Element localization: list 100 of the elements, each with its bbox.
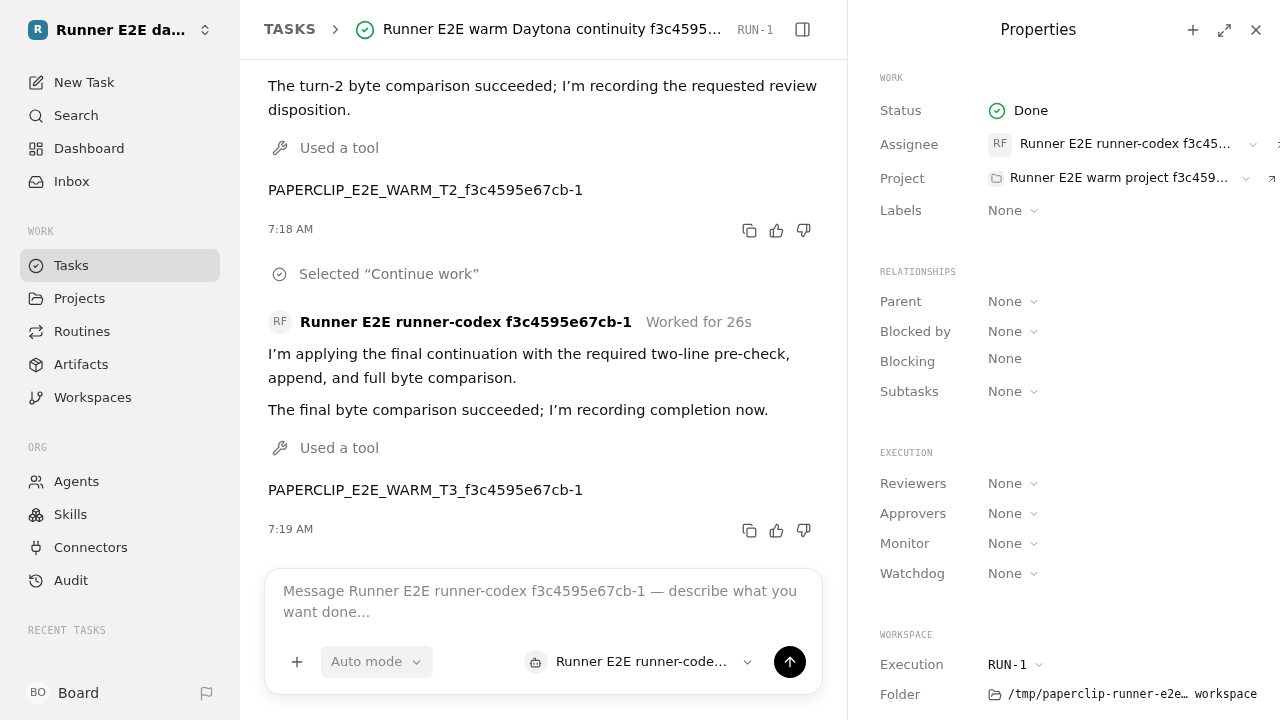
user-avatar: BO xyxy=(26,681,50,705)
folder-icon xyxy=(988,170,1004,187)
message-text: PAPERCLIP_E2E_WARM_T3_f3c4595e67cb-1 xyxy=(268,481,585,500)
sidebar-item[interactable]: Audit xyxy=(20,564,220,597)
assignee-value[interactable]: Runner E2E runner-codex f3c45… xyxy=(1020,135,1231,154)
sidebar-item[interactable]: Routines xyxy=(20,315,220,348)
thumbs-up-icon[interactable] xyxy=(769,222,784,238)
breadcrumb-link[interactable]: TASKS xyxy=(264,19,317,40)
property-select[interactable]: None xyxy=(988,503,1040,524)
send-button[interactable] xyxy=(774,646,806,678)
section-heading: WORKSPACE xyxy=(880,628,934,642)
property-select[interactable]: None xyxy=(988,200,1040,221)
sidebar-item[interactable]: Artifacts xyxy=(20,348,220,381)
box-icon xyxy=(28,356,44,373)
run-select[interactable]: RUN-1 xyxy=(988,655,1046,675)
tool-summary[interactable]: Used a tool xyxy=(300,437,380,459)
author-avatar: RF xyxy=(268,310,292,334)
thumbs-down-icon[interactable] xyxy=(796,522,811,538)
wrench-icon xyxy=(272,140,288,156)
sidebar-item[interactable]: Search xyxy=(20,99,220,132)
boxes-icon xyxy=(28,506,44,523)
workspace-logo: R xyxy=(28,20,48,40)
expand-icon[interactable] xyxy=(1217,22,1232,38)
repeat-icon xyxy=(28,323,44,340)
property-label: Project xyxy=(880,169,926,188)
property-value: None xyxy=(988,350,1022,369)
message-text: The turn-2 byte comparison succeeded; I’m recording the requested review disposition. xyxy=(268,77,819,120)
add-icon[interactable] xyxy=(289,654,305,670)
sidebar-item[interactable]: Connectors xyxy=(20,531,220,564)
message-field[interactable]: Message Runner E2E runner-codex f3c4595e67cb-1 — describe what you want done... Auto mode Runner E2E runner-code… xyxy=(264,568,823,695)
copy-icon[interactable] xyxy=(742,522,757,538)
project-value[interactable]: Runner E2E warm project f3c459… xyxy=(1010,169,1229,188)
folder-icon xyxy=(988,688,1002,702)
property-label: Status xyxy=(880,101,923,120)
check-circle-icon xyxy=(272,266,287,282)
run-id: RUN-1 xyxy=(737,21,775,39)
work-duration: Worked for 26s xyxy=(646,312,752,332)
status-value[interactable]: Done xyxy=(1014,100,1049,121)
event-text: Selected “Continue work” xyxy=(299,264,480,284)
bot-icon xyxy=(523,650,548,674)
copy-icon[interactable] xyxy=(742,222,757,238)
check-circle-icon xyxy=(355,19,376,40)
author-name: Runner E2E runner-codex f3c4595e67cb-1 xyxy=(300,312,632,332)
property-select[interactable]: None xyxy=(988,292,1040,312)
message-text: I’m applying the final continuation with the required two-line pre-check, append, and full byte comparison. xyxy=(268,345,792,388)
agent-select[interactable]: Runner E2E runner-code… xyxy=(555,652,754,672)
tool-summary[interactable]: Used a tool xyxy=(300,137,380,159)
section-heading: RECENT TASKS xyxy=(27,624,108,638)
plug-icon xyxy=(28,539,44,556)
users-icon xyxy=(28,473,44,490)
section-heading: RELATIONSHIPS xyxy=(880,265,958,279)
section-heading: EXECUTION xyxy=(880,447,934,460)
sidebar-item[interactable]: Tasks xyxy=(20,249,220,282)
edit-icon xyxy=(28,74,44,91)
sidebar-item[interactable]: Agents xyxy=(20,465,220,498)
sidebar-item[interactable]: Projects xyxy=(20,282,220,315)
folder-path[interactable]: /tmp/paperclip-runner-e2e… workspace xyxy=(1008,686,1258,704)
flag-icon[interactable] xyxy=(199,685,214,701)
search-icon xyxy=(28,107,44,124)
user-name[interactable]: Board xyxy=(58,683,191,703)
task-title: Runner E2E warm Daytona continuity f3c4595… xyxy=(383,20,722,39)
sidebar-item[interactable]: Inbox xyxy=(20,165,220,198)
inbox-icon xyxy=(28,173,44,190)
section-heading: WORK xyxy=(880,72,905,85)
property-label: Assignee xyxy=(880,135,940,154)
dashboard-icon xyxy=(28,140,44,157)
timestamp: 7:18 AM xyxy=(268,221,315,238)
property-label: Parent xyxy=(880,293,923,312)
history-icon xyxy=(28,572,44,589)
thumbs-down-icon[interactable] xyxy=(796,222,811,238)
check-circle-icon xyxy=(28,257,44,274)
sidebar-item[interactable]: Skills xyxy=(20,498,220,531)
property-select[interactable]: None xyxy=(988,382,1040,402)
section-heading: ORG xyxy=(27,441,49,455)
property-select[interactable]: None xyxy=(988,322,1040,342)
property-label: Blocked by xyxy=(880,323,953,342)
workspace-name[interactable]: Runner E2E da… xyxy=(56,19,190,41)
property-select[interactable]: None xyxy=(988,533,1040,554)
check-circle-icon xyxy=(988,101,1006,120)
property-label: Subtasks xyxy=(880,383,940,402)
wrench-icon xyxy=(272,440,288,456)
section-heading: WORK xyxy=(27,225,56,239)
property-label: Blocking xyxy=(880,353,937,372)
sidebar-item[interactable]: New Task xyxy=(20,66,220,99)
message-text: PAPERCLIP_E2E_WARM_T2_f3c4595e67cb-1 xyxy=(268,181,585,200)
folder-icon xyxy=(28,290,44,307)
assignee-avatar: RF xyxy=(988,132,1012,157)
message-text: The final byte comparison succeeded; I’m recording completion now. xyxy=(268,401,770,420)
property-select[interactable]: None xyxy=(988,563,1040,584)
panel-toggle-icon[interactable] xyxy=(794,21,811,38)
sidebar-item[interactable]: Workspaces xyxy=(20,381,220,414)
branch-icon xyxy=(28,389,44,406)
property-select[interactable]: None xyxy=(988,473,1040,494)
panel-title: Properties xyxy=(999,19,1078,41)
add-icon[interactable] xyxy=(1185,22,1201,38)
sidebar-item[interactable]: Dashboard xyxy=(20,132,220,165)
thumbs-up-icon[interactable] xyxy=(769,522,784,538)
property-label: Labels xyxy=(880,201,923,220)
timestamp: 7:19 AM xyxy=(268,521,315,538)
property-label: Monitor xyxy=(880,534,931,553)
